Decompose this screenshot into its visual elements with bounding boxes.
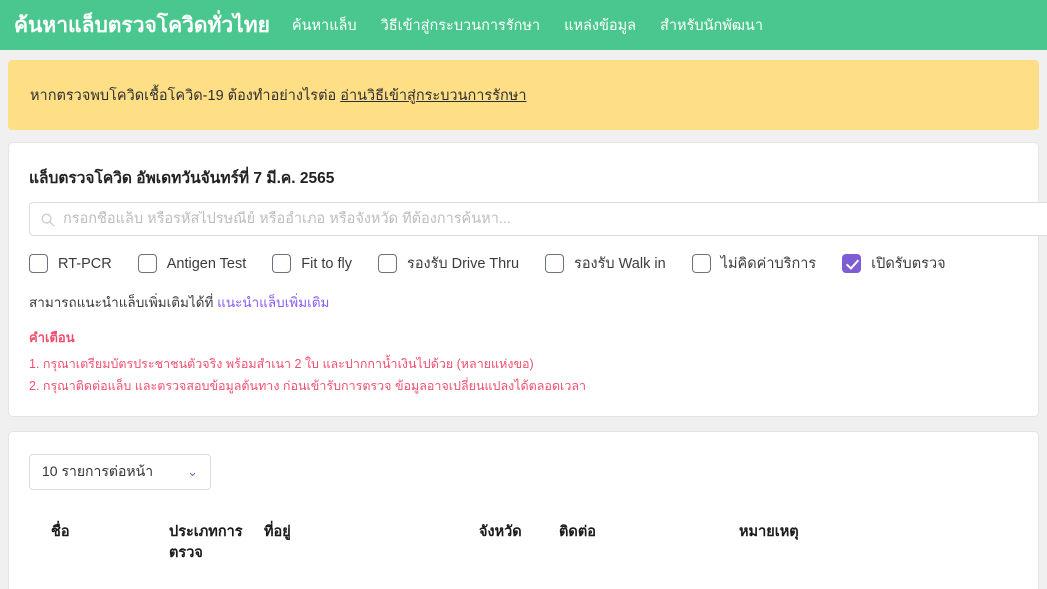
column-header-name[interactable]: ชื่อ — [29, 522, 169, 564]
results-table: ชื่อ ประเภทการตรวจ ที่อยู่ จังหวัด ติดต่… — [29, 522, 1018, 564]
nav-link-resources[interactable]: แหล่งข้อมูล — [564, 14, 636, 37]
warning-line-2: 2. กรุณาติดต่อแล็บ และตรวจสอบข้อมูลต้นทา… — [29, 378, 587, 393]
suggest-lab-link[interactable]: แนะนำแล็บเพิ่มเติม — [217, 295, 329, 310]
alert-banner: หากตรวจพบโควิดเชื้อโควิด-19 ต้องทำอย่างไ… — [8, 60, 1039, 130]
suggest-lab-text: สามารถแนะนำแล็บเพิ่มเติมได้ที่ — [29, 295, 218, 310]
checkbox-fit-to-fly[interactable] — [272, 254, 292, 273]
nav-link-developers[interactable]: สำหรับนักพัฒนา — [660, 14, 763, 37]
page-title: แล็บตรวจโควิด อัพเดทวันจันทร์ที่ 7 มี.ค.… — [29, 170, 335, 187]
warning-title: คำเตือน — [29, 330, 75, 345]
search-icon — [41, 212, 55, 226]
results-table-card: 10 รายการต่อหน้า ⌄ ชื่อ ประเภทการตรวจ ที… — [8, 430, 1039, 589]
filter-label-rt-pcr: RT-PCR — [58, 255, 112, 272]
alert-text-container: หากตรวจพบโควิดเชื้อโควิด-19 ต้องทำอย่างไ… — [30, 84, 526, 107]
checkbox-free-of-charge[interactable] — [691, 254, 711, 273]
filter-label-drive-thru: รองรับ Drive Thru — [407, 256, 520, 272]
alert-treatment-link[interactable]: อ่านวิธีเข้าสู่กระบวนการรักษา — [340, 88, 526, 104]
column-header-province[interactable]: จังหวัด — [479, 522, 559, 564]
checkbox-antigen-test[interactable] — [137, 254, 157, 273]
alert-message: หากตรวจพบโควิดเชื้อโควิด-19 ต้องทำอย่างไ… — [30, 87, 341, 104]
filter-checkbox-row: RT-PCR Antigen Test Fit to fly รองรับ Dr… — [29, 252, 1018, 275]
filter-rt-pcr[interactable]: RT-PCR — [29, 254, 112, 273]
warning-line-1: 1. กรุณาเตรียมบัตรประชาชนตัวจริง พร้อมสำ… — [29, 357, 534, 371]
column-header-address[interactable]: ที่อยู่ — [264, 522, 479, 564]
filter-open-for-testing[interactable]: เปิดรับตรวจ — [842, 252, 946, 275]
checkbox-rt-pcr[interactable] — [29, 254, 48, 273]
nav-link-treatment-guide[interactable]: วิธีเข้าสู่กระบวนการรักษา — [381, 14, 540, 37]
per-page-selected-label: 10 รายการต่อหน้า — [42, 462, 154, 479]
filter-label-walk-in: รองรับ Walk in — [574, 256, 666, 272]
nav-link-search-lab[interactable]: ค้นหาแล็บ — [292, 14, 357, 37]
column-header-remark[interactable]: หมายเหตุ — [739, 522, 1018, 564]
search-box[interactable] — [29, 202, 1047, 236]
filter-fit-to-fly[interactable]: Fit to fly — [272, 254, 352, 273]
filter-walk-in[interactable]: รองรับ Walk in — [545, 252, 666, 275]
table-header-row: ชื่อ ประเภทการตรวจ ที่อยู่ จังหวัด ติดต่… — [29, 522, 1018, 564]
brand-title[interactable]: ค้นหาแล็บตรวจโควิดทั่วไทย — [14, 9, 270, 42]
checkbox-walk-in[interactable] — [545, 254, 565, 273]
column-header-contact[interactable]: ติดต่อ — [559, 522, 739, 564]
filter-antigen-test[interactable]: Antigen Test — [137, 254, 247, 273]
checkbox-open-for-testing[interactable] — [842, 254, 862, 273]
search-filter-card: แล็บตรวจโควิด อัพเดทวันจันทร์ที่ 7 มี.ค.… — [8, 142, 1047, 417]
results-table-head: ชื่อ ประเภทการตรวจ ที่อยู่ จังหวัด ติดต่… — [29, 522, 1018, 564]
warning-block: คำเตือน 1. กรุณาเตรียมบัตรประชาชนตัวจริง… — [29, 327, 1018, 398]
filter-label-open-for-testing: เปิดรับตรวจ — [871, 256, 946, 272]
per-page-select[interactable]: 10 รายการต่อหน้า ⌄ — [29, 453, 211, 490]
nav-links: ค้นหาแล็บ วิธีเข้าสู่กระบวนการรักษา แหล่… — [292, 14, 763, 37]
filter-free-of-charge[interactable]: ไม่คิดค่าบริการ — [691, 252, 817, 275]
filter-label-antigen-test: Antigen Test — [166, 255, 247, 272]
navbar: ค้นหาแล็บตรวจโควิดทั่วไทย ค้นหาแล็บ วิธี… — [0, 0, 1047, 50]
checkbox-drive-thru[interactable] — [378, 254, 398, 273]
search-input[interactable] — [63, 211, 1047, 227]
filter-label-fit-to-fly: Fit to fly — [301, 255, 353, 272]
column-header-test-type[interactable]: ประเภทการตรวจ — [169, 522, 264, 564]
chevron-down-icon: ⌄ — [187, 464, 198, 480]
filter-drive-thru[interactable]: รองรับ Drive Thru — [378, 252, 519, 275]
filter-label-free-of-charge: ไม่คิดค่าบริการ — [720, 256, 817, 272]
alert-banner-wrap: หากตรวจพบโควิดเชื้อโควิด-19 ต้องทำอย่างไ… — [0, 50, 1047, 130]
suggest-lab-line: สามารถแนะนำแล็บเพิ่มเติมได้ที่ แนะนำแล็บ… — [29, 291, 1018, 313]
